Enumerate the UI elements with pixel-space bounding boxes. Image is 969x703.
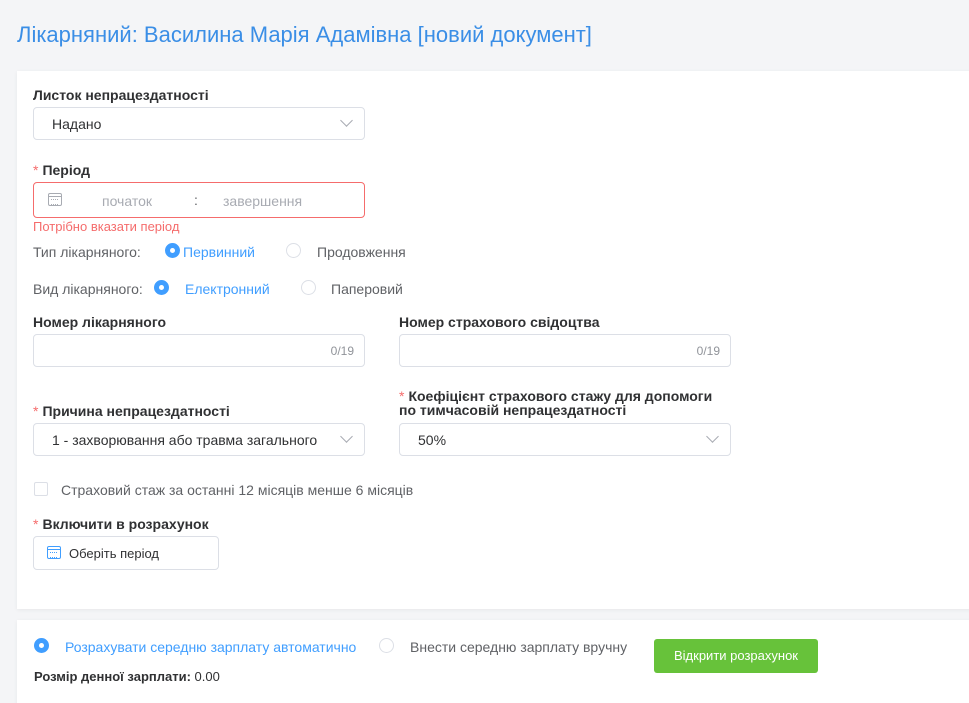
daily-salary-value: 0.00 <box>194 669 220 684</box>
salary-manual-radio[interactable] <box>379 638 394 653</box>
chevron-down-icon <box>340 114 353 127</box>
reason-label: * Причина непрацездатності <box>33 403 230 419</box>
required-mark: * <box>33 162 39 178</box>
include-label: * Включити в розрахунок <box>33 516 209 532</box>
number-label: Номер лікарняного <box>33 314 167 330</box>
salary-manual-label[interactable]: Внести середню зарплату вручну <box>410 639 627 655</box>
chevron-down-icon <box>340 430 353 443</box>
coefficient-select[interactable]: 50% <box>399 423 731 456</box>
reason-select[interactable]: 1 - захворювання або травма загального <box>33 423 365 456</box>
coefficient-label-text: Коефіцієнт страхового стажу для допомоги… <box>399 388 713 418</box>
insurance-number-label: Номер страхового свідоцтва <box>399 314 600 330</box>
kind-label: Вид лікарняного: <box>33 281 143 297</box>
period-label-text: Період <box>42 162 90 178</box>
period-range-picker[interactable]: початок : завершення <box>33 182 365 218</box>
page-title: Лікарняний: Василина Марія Адамівна [нов… <box>17 22 592 47</box>
period-separator: : <box>194 192 198 208</box>
include-label-text: Включити в розрахунок <box>42 516 209 532</box>
type-primary-label[interactable]: Первинний <box>183 244 255 260</box>
type-primary-radio[interactable] <box>165 243 180 258</box>
sick-leave-form: Листок непрацездатності Надано * Період п… <box>17 71 969 609</box>
choose-period-label: Оберіть період <box>69 546 160 561</box>
choose-period-button[interactable]: Оберіть період <box>33 536 219 570</box>
experience-checkbox[interactable] <box>34 482 48 496</box>
kind-electronic-radio[interactable] <box>154 280 169 295</box>
open-calculation-button[interactable]: Відкрити розрахунок <box>654 639 818 673</box>
daily-salary-label: Розмір денної зарплати: <box>34 669 191 684</box>
type-extension-radio[interactable] <box>286 243 301 258</box>
type-extension-label[interactable]: Продовження <box>317 244 406 260</box>
period-error: Потрібно вказати період <box>33 219 180 234</box>
required-mark: * <box>33 516 39 532</box>
kind-electronic-label[interactable]: Електронний <box>185 281 270 297</box>
salary-auto-label[interactable]: Розрахувати середню зарплату автоматично <box>65 639 356 655</box>
chevron-down-icon <box>706 430 719 443</box>
period-start-input[interactable]: початок <box>102 193 152 209</box>
reason-label-text: Причина непрацездатності <box>42 403 230 419</box>
coefficient-label: * Коефіцієнт страхового стажу для допомог… <box>399 389 729 417</box>
insurance-number-input[interactable]: 0/19 <box>399 334 731 367</box>
number-counter: 0/19 <box>330 344 354 358</box>
calendar-icon <box>47 546 61 559</box>
required-mark: * <box>33 403 39 419</box>
calendar-icon <box>48 193 62 206</box>
reason-value: 1 - захворювання або травма загального <box>52 432 318 448</box>
number-input[interactable]: 0/19 <box>33 334 365 367</box>
period-label: * Період <box>33 162 90 178</box>
salary-auto-radio[interactable] <box>34 638 49 653</box>
salary-panel: Розрахувати середню зарплату автоматично… <box>17 620 969 703</box>
sick-leave-value: Надано <box>52 116 102 132</box>
experience-checkbox-label[interactable]: Страховий стаж за останні 12 місяців мен… <box>61 482 413 498</box>
period-end-input[interactable]: завершення <box>223 193 302 209</box>
kind-paper-radio[interactable] <box>301 280 316 295</box>
sick-leave-label: Листок непрацездатності <box>33 87 209 103</box>
insurance-number-counter: 0/19 <box>696 344 720 358</box>
daily-salary: Розмір денної зарплати: 0.00 <box>34 669 220 684</box>
kind-paper-label[interactable]: Паперовий <box>331 281 403 297</box>
coefficient-value: 50% <box>418 432 447 448</box>
sick-leave-select[interactable]: Надано <box>33 107 365 140</box>
type-label: Тип лікарняного: <box>33 244 141 260</box>
